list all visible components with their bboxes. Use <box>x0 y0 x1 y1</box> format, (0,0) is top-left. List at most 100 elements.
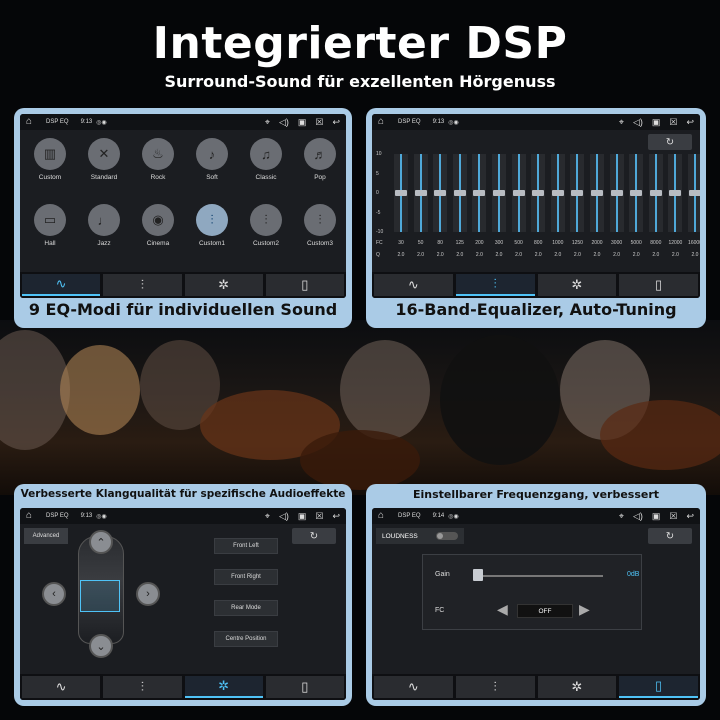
preset-custom3[interactable]: ⫶ Custom3 <box>296 204 344 247</box>
tab-eq-presets[interactable]: ∿ <box>22 274 101 296</box>
eq-band-knob[interactable] <box>649 190 662 196</box>
volume-icon[interactable]: ◁) <box>279 117 289 128</box>
home-icon[interactable]: ⌂ <box>378 511 388 521</box>
tab-surround[interactable]: ✲ <box>537 676 617 698</box>
eq-band-knob[interactable] <box>453 190 466 196</box>
eq-band-slider[interactable] <box>433 154 448 232</box>
preset-custom2[interactable]: ⫶ Custom2 <box>242 204 290 247</box>
arrow-left-button[interactable]: ‹ <box>42 582 66 606</box>
eq-band-knob[interactable] <box>512 190 525 196</box>
front-left-button[interactable]: Front Left <box>214 538 278 554</box>
tab-speaker[interactable]: ▯ <box>265 676 344 698</box>
tab-speaker[interactable]: ▯ <box>619 676 698 698</box>
centre-position-button[interactable]: Centre Position <box>214 631 278 647</box>
tab-speaker[interactable]: ▯ <box>619 274 698 296</box>
eq-band-slider[interactable] <box>492 154 506 232</box>
eq-band-knob[interactable] <box>493 190 505 196</box>
eq-band-slider[interactable] <box>452 154 467 232</box>
volume-icon[interactable]: ◁) <box>279 511 289 522</box>
close-icon[interactable]: ☒ <box>669 117 677 128</box>
preset-standard[interactable]: ✕ Standard <box>80 138 128 181</box>
arrow-down-button[interactable]: ⌄ <box>89 634 113 658</box>
eq-band-slider[interactable] <box>413 154 428 232</box>
eq-band-slider[interactable] <box>511 154 526 232</box>
eq-band-knob[interactable] <box>414 190 427 196</box>
eq-band-knob[interactable] <box>551 190 564 196</box>
preset-rock[interactable]: ♨ Rock <box>134 138 182 181</box>
reset-button[interactable]: ↻ <box>648 528 692 544</box>
preset-label: Classic <box>255 174 277 181</box>
volume-icon[interactable]: ◁) <box>633 511 643 522</box>
preset-cinema[interactable]: ◉ Cinema <box>134 204 182 247</box>
eq-band-knob[interactable] <box>591 190 603 196</box>
eq-band-knob[interactable] <box>434 190 447 196</box>
preset-custom[interactable]: ▥ Custom <box>26 138 74 181</box>
volume-icon[interactable]: ◁) <box>633 117 643 128</box>
eq-band-slider[interactable] <box>590 154 604 232</box>
tab-surround[interactable]: ✲ <box>537 274 617 296</box>
gain-slider[interactable] <box>473 575 603 577</box>
fc-next-button[interactable]: ▶ <box>579 601 590 618</box>
tab-equalizer[interactable]: ⫶ <box>455 274 535 296</box>
tab-surround[interactable]: ✲ <box>184 274 263 296</box>
eq-band-slider[interactable] <box>550 154 565 232</box>
tab-equalizer[interactable]: ⫶ <box>103 676 182 698</box>
screenshot-icon[interactable]: ▣ <box>652 117 661 128</box>
eq-band-knob[interactable] <box>610 190 623 196</box>
eq-band-slider[interactable] <box>570 154 585 232</box>
eq-band-slider[interactable] <box>472 154 487 232</box>
eq-band-knob[interactable] <box>395 190 407 196</box>
tab-equalizer[interactable]: ⫶ <box>103 274 182 296</box>
tab-speaker[interactable]: ▯ <box>265 274 344 296</box>
home-icon[interactable]: ⌂ <box>378 117 388 127</box>
close-icon[interactable]: ☒ <box>315 117 323 128</box>
back-icon[interactable]: ↩ <box>686 117 694 128</box>
eq-band-slider[interactable] <box>629 154 644 232</box>
tab-eq-presets[interactable]: ∿ <box>374 676 453 698</box>
screenshot-icon[interactable]: ▣ <box>652 511 661 522</box>
back-icon[interactable]: ↩ <box>686 511 694 522</box>
reset-button[interactable]: ↻ <box>648 134 692 150</box>
eq-band-knob[interactable] <box>630 190 643 196</box>
tab-equalizer[interactable]: ⫶ <box>455 676 535 698</box>
arrow-up-button[interactable]: ⌃ <box>89 530 113 554</box>
front-right-button[interactable]: Front Right <box>214 569 278 585</box>
preset-custom1[interactable]: ⫶ Custom1 <box>188 204 236 247</box>
preset-classic[interactable]: ♫ Classic <box>242 138 290 181</box>
tab-surround[interactable]: ✲ <box>184 676 263 698</box>
close-icon[interactable]: ☒ <box>315 511 323 522</box>
listener-zone[interactable] <box>80 580 120 612</box>
preset-soft[interactable]: ♪ Soft <box>188 138 236 181</box>
preset-pop[interactable]: ♬ Pop <box>296 138 344 181</box>
eq-band-knob[interactable] <box>571 190 584 196</box>
gain-slider-knob[interactable] <box>473 569 483 581</box>
eq-band-slider[interactable] <box>531 154 546 232</box>
reset-icon: ↻ <box>309 530 319 542</box>
close-icon[interactable]: ☒ <box>669 511 677 522</box>
tab-eq-presets[interactable]: ∿ <box>374 274 453 296</box>
fc-prev-button[interactable]: ◀ <box>497 601 508 618</box>
eq-band-slider[interactable] <box>668 154 683 232</box>
eq-band-slider[interactable] <box>609 154 624 232</box>
home-icon[interactable]: ⌂ <box>26 117 36 127</box>
eq-band-slider[interactable] <box>688 154 700 232</box>
eq-band-slider[interactable] <box>648 154 663 232</box>
rear-mode-button[interactable]: Rear Mode <box>214 600 278 616</box>
eq-band-slider[interactable] <box>394 154 408 232</box>
screenshot-icon[interactable]: ▣ <box>298 511 307 522</box>
home-icon[interactable]: ⌂ <box>26 511 36 521</box>
screenshot-icon[interactable]: ▣ <box>298 117 307 128</box>
preset-hall[interactable]: ▭ Hall <box>26 204 74 247</box>
advanced-button[interactable]: Advanced <box>24 528 68 544</box>
eq-band-knob[interactable] <box>473 190 486 196</box>
eq-band-knob[interactable] <box>669 190 682 196</box>
loudness-toggle[interactable] <box>436 532 458 540</box>
eq-band-knob[interactable] <box>532 190 545 196</box>
reset-button[interactable]: ↻ <box>292 528 336 544</box>
back-icon[interactable]: ↩ <box>332 117 340 128</box>
tab-eq-presets[interactable]: ∿ <box>22 676 101 698</box>
eq-band-knob[interactable] <box>689 190 700 196</box>
arrow-right-button[interactable]: › <box>136 582 160 606</box>
back-icon[interactable]: ↩ <box>332 511 340 522</box>
preset-jazz[interactable]: ♩ Jazz <box>80 204 128 247</box>
